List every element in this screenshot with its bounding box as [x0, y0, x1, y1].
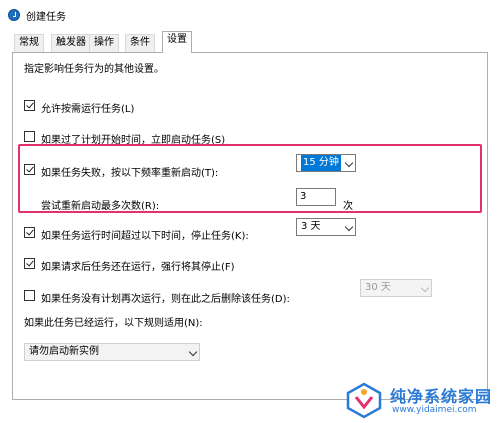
watermark: 纯净系统家园 www.yidaimei.com [342, 377, 500, 423]
tab-actions[interactable]: 操作 [89, 34, 119, 52]
stop-if-longer-label: 如果任务运行时间超过以下时间，停止任务(K): [41, 231, 249, 242]
title-bar: 创建任务 [0, 0, 500, 30]
stop-duration-select[interactable]: 3 天 [296, 218, 356, 236]
tab-settings[interactable]: 设置 [162, 31, 192, 53]
allow-on-demand-checkbox[interactable] [24, 100, 35, 111]
restart-interval-select[interactable]: 15 分钟 [296, 154, 356, 172]
allow-on-demand-label: 允许按需运行任务(L) [41, 104, 135, 115]
chevron-down-icon [188, 347, 198, 357]
chevron-down-icon [344, 222, 354, 232]
window-title: 创建任务 [26, 12, 66, 23]
stop-if-longer-checkbox[interactable] [24, 227, 35, 238]
restart-attempts-unit: 次 [343, 201, 353, 212]
watermark-url: www.yidaimei.com [392, 405, 477, 415]
delete-if-not-scheduled-checkbox[interactable] [24, 290, 35, 301]
restart-on-fail-label: 如果任务失败，按以下频率重新启动(T): [41, 168, 219, 179]
tab-general[interactable]: 常规 [14, 34, 44, 52]
if-running-rule-value: 请勿启动新实例 [29, 346, 99, 357]
watermark-title: 纯净系统家园 [390, 387, 493, 406]
restart-attempts-input[interactable]: 3 [296, 188, 336, 206]
tab-triggers[interactable]: 触发器 [51, 34, 91, 52]
watermark-logo-icon [346, 382, 382, 419]
chevron-down-icon [344, 158, 354, 168]
restart-on-fail-checkbox[interactable] [24, 164, 35, 175]
if-running-rule-select[interactable]: 请勿启动新实例 [24, 343, 200, 361]
delete-after-value: 30 天 [365, 282, 391, 293]
chevron-down-icon [420, 283, 430, 293]
tab-bar: 常规 触发器 操作 条件 设置 [0, 30, 500, 53]
settings-description: 指定影响任务行为的其他设置。 [24, 64, 164, 75]
run-asap-checkbox[interactable] [24, 131, 35, 142]
if-running-rule-label: 如果此任务已经运行，以下规则适用(N): [24, 318, 203, 329]
stop-duration-value: 3 天 [301, 221, 321, 232]
restart-attempts-label: 尝试重新启动最多次数(R): [41, 201, 160, 212]
task-scheduler-icon [8, 9, 20, 21]
force-stop-checkbox[interactable] [24, 258, 35, 269]
restart-interval-value: 15 分钟 [301, 155, 341, 171]
delete-after-select[interactable]: 30 天 [360, 279, 432, 297]
delete-if-not-scheduled-label: 如果任务没有计划再次运行，则在此之后删除该任务(D): [41, 294, 290, 305]
force-stop-label: 如果请求后任务还在运行，强行将其停止(F) [41, 262, 235, 273]
tab-conditions[interactable]: 条件 [125, 34, 155, 52]
